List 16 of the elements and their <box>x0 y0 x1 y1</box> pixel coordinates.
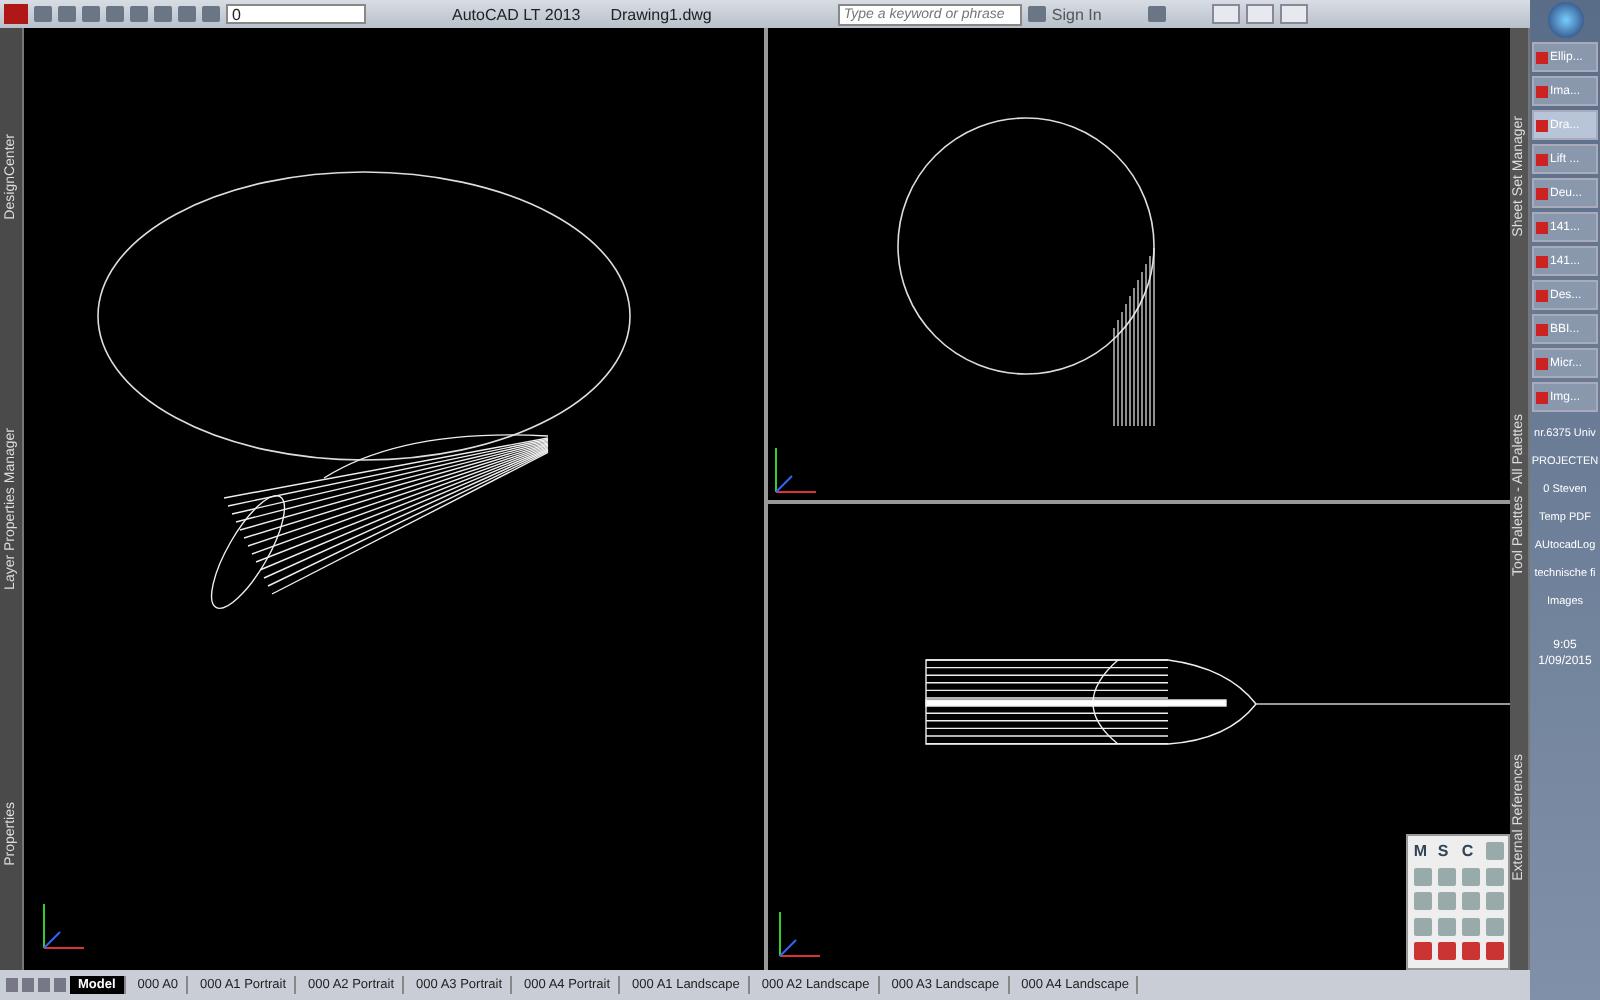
maximize-button[interactable] <box>1245 4 1274 24</box>
sign-in-button[interactable]: Sign In <box>1051 5 1102 23</box>
help-icon[interactable] <box>1147 6 1166 22</box>
app-title: AutoCAD LT 2013 <box>452 5 581 23</box>
toolbar-letter[interactable]: M <box>1413 842 1432 862</box>
close-button[interactable] <box>1279 4 1308 24</box>
layer-dropdown[interactable]: 0 <box>226 4 366 24</box>
file-name: Drawing1.dwg <box>610 5 712 23</box>
ucs-icon <box>774 447 817 493</box>
ucs-icon <box>778 911 821 957</box>
toolbar-letter[interactable]: S <box>1437 842 1456 862</box>
minimize-button[interactable] <box>1211 4 1240 24</box>
start-button[interactable] <box>1547 2 1583 38</box>
toolbar-letter[interactable]: C <box>1461 842 1480 862</box>
ucs-icon <box>42 903 85 949</box>
binoculars-icon[interactable] <box>1027 6 1046 22</box>
